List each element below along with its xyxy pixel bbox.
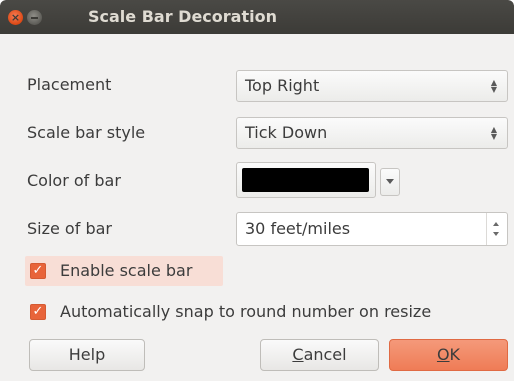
arrow-up-icon[interactable]	[493, 222, 499, 226]
enable-checkbox[interactable]: ✓	[30, 263, 46, 279]
ok-mnemonic: O	[436, 345, 450, 364]
spin-arrows[interactable]	[486, 213, 507, 245]
title-bar: × Scale Bar Decoration	[0, 0, 514, 34]
placement-value: Top Right	[245, 76, 320, 95]
ok-button[interactable]: OK	[389, 339, 508, 371]
style-combobox[interactable]: Tick Down ▲ ▼	[236, 117, 508, 149]
close-icon[interactable]: ×	[8, 10, 23, 25]
style-label: Scale bar style	[27, 123, 146, 142]
cancel-button[interactable]: Cancel	[260, 339, 379, 371]
enable-label: Enable scale bar	[60, 261, 193, 280]
snap-label: Automatically snap to round number on re…	[60, 302, 432, 321]
minimize-icon[interactable]	[27, 10, 42, 25]
combo-arrows-icon: ▲ ▼	[490, 78, 498, 94]
enable-scale-bar-checkbox-row[interactable]: ✓ Enable scale bar	[25, 256, 227, 286]
snap-checkbox[interactable]: ✓	[30, 304, 46, 320]
placement-combobox[interactable]: Top Right ▲ ▼	[236, 70, 508, 102]
scale-bar-dialog: × Scale Bar Decoration Placement Top Rig…	[0, 0, 514, 381]
size-value: 30 feet/miles	[245, 219, 351, 238]
size-label: Size of bar	[27, 219, 112, 238]
size-spinbox[interactable]: 30 feet/miles	[236, 212, 508, 246]
combo-arrows-icon: ▲ ▼	[490, 125, 498, 141]
chevron-down-icon	[386, 179, 394, 184]
arrow-down-icon[interactable]	[493, 232, 499, 236]
color-button[interactable]	[236, 162, 376, 198]
ok-label-rest: K	[449, 345, 461, 364]
style-value: Tick Down	[245, 123, 328, 142]
color-dropdown-button[interactable]	[380, 168, 400, 196]
help-button[interactable]: Help	[29, 339, 145, 371]
window-title: Scale Bar Decoration	[88, 7, 277, 26]
cancel-label-rest: ancel	[303, 345, 347, 364]
snap-checkbox-row[interactable]: ✓ Automatically snap to round number on …	[27, 297, 507, 327]
color-label: Color of bar	[27, 171, 121, 190]
color-swatch	[242, 168, 369, 192]
placement-label: Placement	[27, 75, 112, 94]
cancel-mnemonic: C	[292, 345, 304, 364]
